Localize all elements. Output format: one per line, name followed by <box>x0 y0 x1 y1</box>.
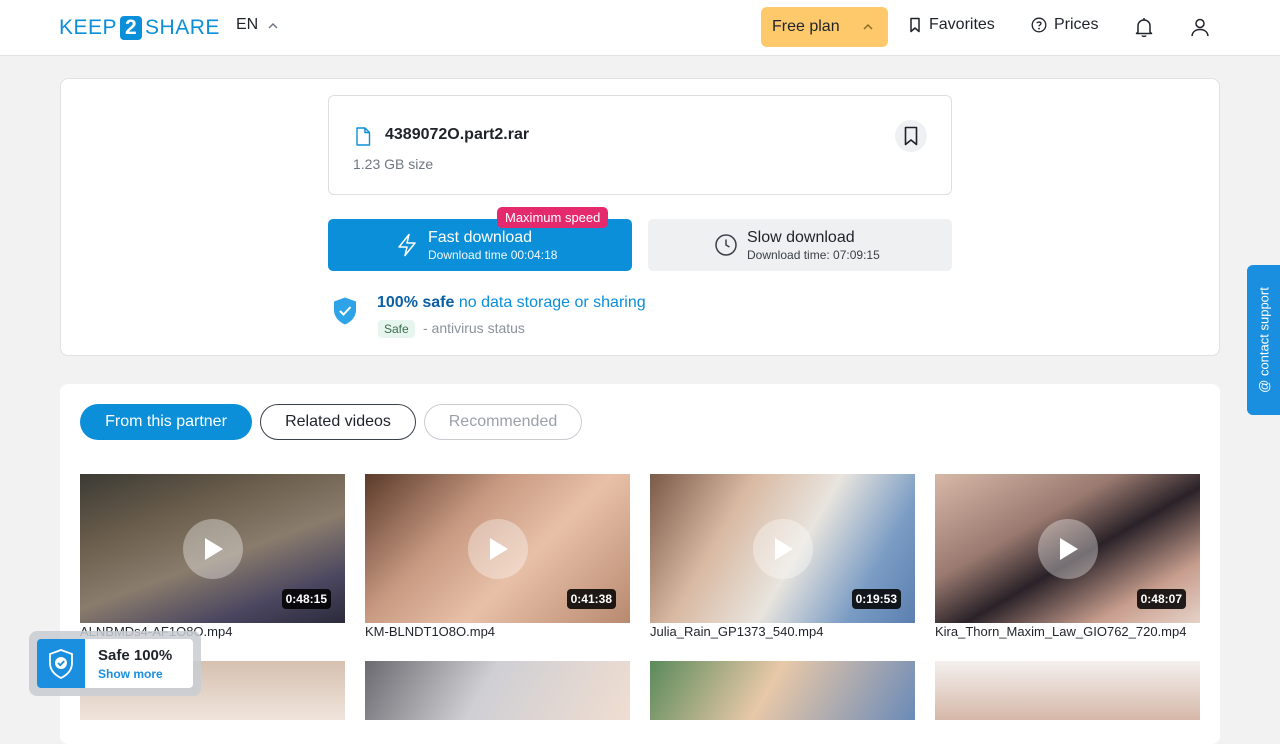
safe-widget-inner: Safe 100% Show more <box>37 639 193 688</box>
bookmark-icon <box>904 126 918 146</box>
video-duration: 0:19:53 <box>851 589 901 609</box>
video-title[interactable]: KM-BLNDT1O8O.mp4 <box>365 624 630 639</box>
favorites-label: Favorites <box>929 16 995 33</box>
safe-100-widget[interactable]: Safe 100% Show more <box>29 631 201 696</box>
safe-widget-shield <box>37 639 85 688</box>
video-title[interactable]: Julia_Rain_GP1373_540.mp4 <box>650 624 915 639</box>
logo-text-right: SHARE <box>145 16 220 39</box>
video-duration: 0:48:07 <box>1136 589 1186 609</box>
help-circle-icon <box>1031 17 1047 33</box>
video-thumbnail[interactable]: 0:48:15 <box>80 474 345 623</box>
file-icon <box>356 127 371 146</box>
language-label: EN <box>236 16 259 33</box>
video-title[interactable]: Kira_Thorn_Maxim_Law_GIO762_720.mp4 <box>935 624 1200 639</box>
play-button[interactable] <box>753 519 813 579</box>
keep2share-logo[interactable]: KEEP 2 SHARE <box>59 14 220 42</box>
prices-label: Prices <box>1054 16 1099 33</box>
play-icon <box>205 538 223 560</box>
play-icon <box>490 538 508 560</box>
safety-rest: no data storage or sharing <box>458 294 646 311</box>
video-thumbnail[interactable] <box>650 661 915 720</box>
file-info-box: 4389072O.part2.rar 1.23 GB size <box>328 95 952 195</box>
video-thumbnail[interactable] <box>365 661 630 720</box>
fast-download-time: Download time 00:04:18 <box>428 248 558 262</box>
bookmark-button[interactable] <box>895 120 927 152</box>
notification-bell-icon[interactable] <box>1132 15 1156 39</box>
chevron-up-icon <box>268 22 278 29</box>
video-thumbnail[interactable]: 0:19:53 <box>650 474 915 623</box>
logo-badge: 2 <box>120 16 143 40</box>
play-button[interactable] <box>183 519 243 579</box>
language-selector[interactable]: EN <box>236 16 278 34</box>
safety-statement: 100% safe no data storage or sharing <box>377 294 646 312</box>
prices-link[interactable]: Prices <box>1031 16 1098 34</box>
video-duration: 0:48:15 <box>281 589 331 609</box>
slow-download-button[interactable]: Slow download Download time: 07:09:15 <box>648 219 952 271</box>
maximum-speed-badge: Maximum speed <box>497 207 609 228</box>
video-thumbnail[interactable] <box>935 661 1200 720</box>
top-navigation-bar: KEEP 2 SHARE EN Free plan Favorites Prices <box>0 0 1280 56</box>
safety-bold: 100% safe <box>377 294 455 311</box>
clock-icon <box>715 234 737 256</box>
free-plan-button[interactable]: Free plan <box>761 7 888 47</box>
contact-support-label: @ contact support <box>1256 287 1271 393</box>
show-more-link[interactable]: Show more <box>98 667 163 681</box>
plan-label: Free plan <box>772 18 840 35</box>
video-duration: 0:41:38 <box>566 589 616 609</box>
bookmark-icon <box>910 17 920 33</box>
play-button[interactable] <box>1038 519 1098 579</box>
slow-download-time: Download time: 07:09:15 <box>747 248 880 262</box>
lightning-icon <box>398 233 416 257</box>
logo-text-left: KEEP <box>59 16 118 39</box>
file-name: 4389072O.part2.rar <box>385 126 530 143</box>
safe-widget-title: Safe 100% <box>98 647 173 664</box>
contact-support-tab[interactable]: @ contact support <box>1247 265 1280 415</box>
fast-download-label: Fast download <box>428 229 533 246</box>
slow-download-label: Slow download <box>747 229 855 246</box>
favorites-link[interactable]: Favorites <box>908 16 995 34</box>
user-profile-icon[interactable] <box>1188 15 1212 39</box>
tab-from-this-partner[interactable]: From this partner <box>80 404 252 440</box>
play-icon <box>1060 538 1078 560</box>
chevron-up-icon <box>863 23 873 30</box>
video-thumbnail[interactable]: 0:41:38 <box>365 474 630 623</box>
tab-related-videos[interactable]: Related videos <box>260 404 416 440</box>
play-icon <box>775 538 793 560</box>
shield-check-icon <box>49 648 73 679</box>
video-thumbnail[interactable]: 0:48:07 <box>935 474 1200 623</box>
file-size: 1.23 GB size <box>353 156 434 172</box>
tab-recommended[interactable]: Recommended <box>424 404 582 440</box>
antivirus-safe-badge: Safe <box>378 320 415 338</box>
play-button[interactable] <box>468 519 528 579</box>
shield-check-icon <box>334 297 356 325</box>
antivirus-status-note: - antivirus status <box>423 320 525 336</box>
